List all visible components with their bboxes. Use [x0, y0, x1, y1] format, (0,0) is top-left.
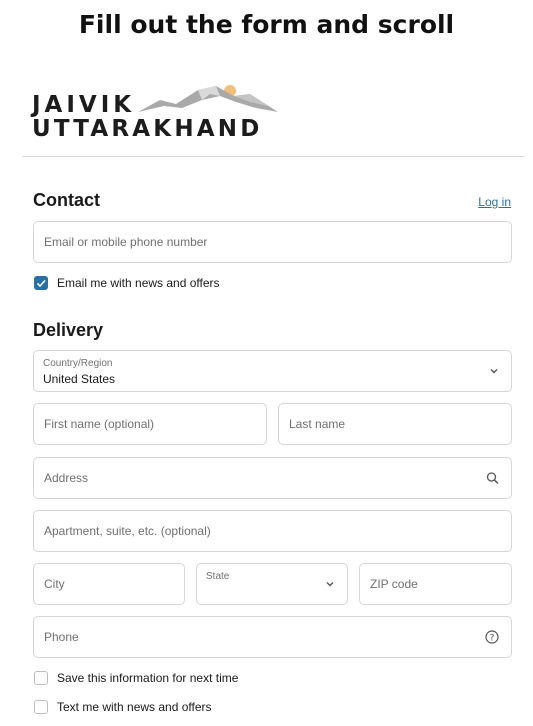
zip-placeholder: ZIP code [370, 577, 418, 591]
apartment-field[interactable]: Apartment, suite, etc. (optional) [33, 510, 512, 552]
email-news-checkbox[interactable] [34, 276, 48, 290]
first-name-field[interactable]: First name (optional) [33, 403, 267, 445]
save-info-checkbox[interactable] [34, 671, 48, 685]
save-info-label: Save this information for next time [57, 671, 239, 685]
logo-text-line2: UTTARAKHAND [32, 116, 263, 142]
checkmark-icon [36, 279, 46, 288]
login-link[interactable]: Log in [478, 195, 511, 209]
country-select[interactable]: Country/Region United States [33, 350, 512, 392]
text-news-checkbox[interactable] [34, 700, 48, 714]
phone-placeholder: Phone [44, 630, 79, 644]
last-name-placeholder: Last name [289, 417, 346, 431]
state-label: State [206, 571, 230, 582]
chevron-down-icon [326, 582, 334, 587]
city-placeholder: City [44, 577, 65, 591]
state-select[interactable]: State [196, 563, 348, 605]
apartment-placeholder: Apartment, suite, etc. (optional) [44, 524, 211, 538]
first-name-placeholder: First name (optional) [44, 417, 155, 431]
brand-logo[interactable]: JAIVIK UTTARAKHAND [32, 82, 292, 142]
country-label: Country/Region [43, 358, 113, 369]
zip-field[interactable]: ZIP code [359, 563, 512, 605]
email-placeholder: Email or mobile phone number [44, 235, 208, 249]
svg-text:?: ? [490, 633, 495, 643]
country-value: United States [43, 372, 116, 386]
search-icon[interactable] [486, 472, 499, 485]
address-placeholder: Address [44, 471, 89, 485]
contact-heading: Contact [33, 190, 100, 210]
city-field[interactable]: City [33, 563, 185, 605]
mountain-logo-icon [138, 85, 278, 112]
header-divider [22, 156, 525, 157]
delivery-heading: Delivery [33, 320, 104, 340]
instruction-banner: Fill out the form and scroll [78, 10, 455, 39]
phone-field[interactable]: Phone ? [33, 616, 512, 658]
text-news-label: Text me with news and offers [57, 700, 212, 714]
last-name-field[interactable]: Last name [278, 403, 512, 445]
help-icon[interactable]: ? [485, 630, 499, 644]
email-field[interactable]: Email or mobile phone number [33, 221, 512, 263]
chevron-down-icon [490, 369, 498, 374]
address-field[interactable]: Address [33, 457, 512, 499]
logo-text-line1: JAIVIK [32, 92, 136, 118]
email-news-label: Email me with news and offers [57, 276, 220, 290]
